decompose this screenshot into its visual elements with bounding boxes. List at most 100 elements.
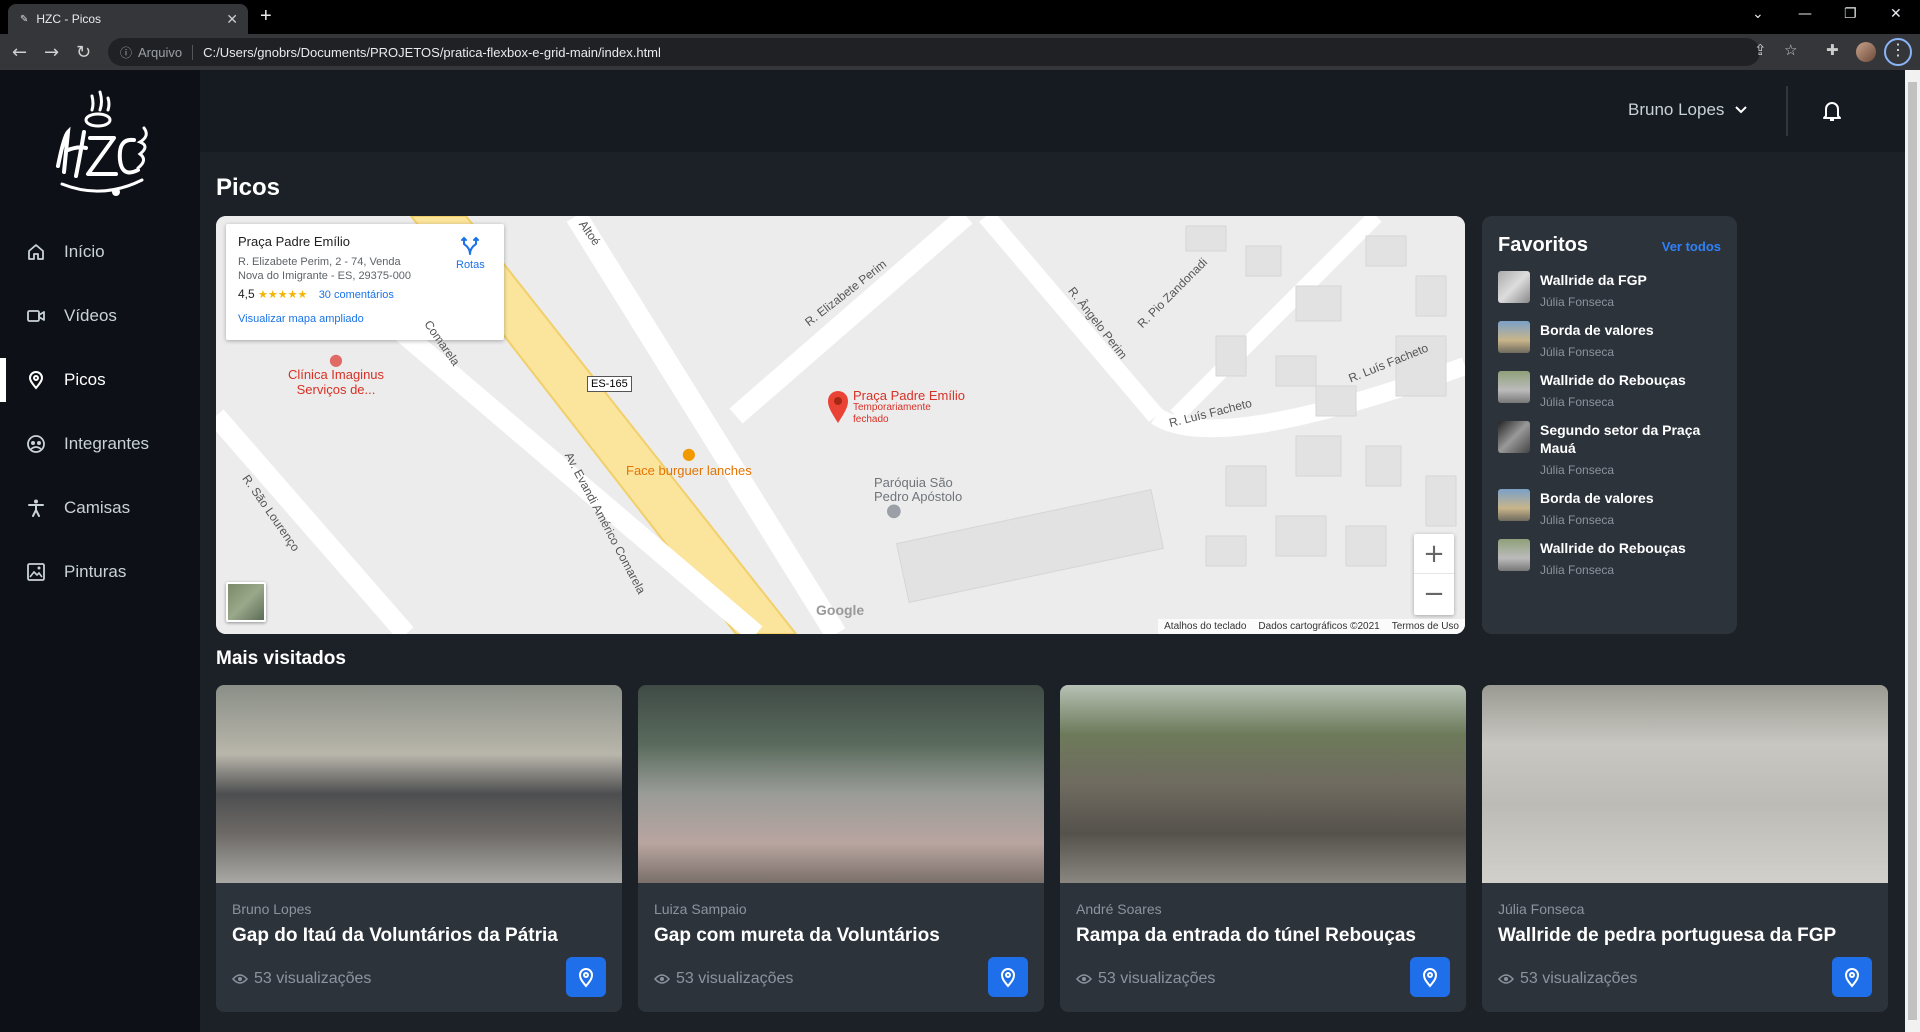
map-pin-icon — [1844, 968, 1860, 988]
spot-title: Gap com mureta da Voluntários — [654, 925, 940, 946]
favorite-author: Júlia Fonseca — [1540, 345, 1615, 359]
spot-card[interactable]: Luiza Sampaio Gap com mureta da Voluntár… — [638, 685, 1044, 1012]
zoom-control: + − — [1414, 534, 1454, 615]
spot-location-button[interactable] — [1410, 957, 1450, 997]
spot-photo — [216, 685, 622, 883]
favorite-thumbnail — [1498, 321, 1530, 353]
spot-card[interactable]: Júlia Fonseca Wallride de pedra portugue… — [1482, 685, 1888, 1012]
map-pin-icon — [1422, 968, 1438, 988]
sidebar: Início Vídeos Picos Integrantes Camisas … — [0, 70, 200, 1032]
spot-location-button[interactable] — [566, 957, 606, 997]
favorite-author: Júlia Fonseca — [1540, 513, 1615, 527]
image-icon — [26, 562, 46, 582]
tab-search-icon[interactable]: ⌄ — [1752, 6, 1764, 22]
user-menu[interactable]: Bruno Lopes — [1628, 100, 1748, 120]
views-count: 53 visualizações — [676, 970, 794, 987]
spot-card[interactable]: André Soares Rampa da entrada do túnel R… — [1060, 685, 1466, 1012]
sidebar-item-label: Picos — [64, 370, 106, 389]
favorite-item[interactable]: Wallride do Rebouças Júlia Fonseca — [1498, 539, 1721, 577]
sidebar-item-picos[interactable]: Picos — [0, 348, 200, 412]
profile-avatar[interactable] — [1856, 42, 1876, 62]
map-place-card: Praça Padre Emílio R. Elizabete Perim, 2… — [226, 224, 504, 340]
satellite-toggle[interactable] — [226, 582, 266, 622]
map-footer-link[interactable]: Atalhos do teclado — [1164, 621, 1246, 632]
extensions-icon[interactable]: ✚ — [1826, 41, 1839, 59]
enlarge-map-link[interactable]: Visualizar mapa ampliado — [238, 313, 492, 325]
rating-value: 4,5 — [238, 287, 255, 301]
red-pin-icon — [828, 391, 848, 423]
sidebar-nav: Início Vídeos Picos Integrantes Camisas … — [0, 220, 200, 604]
favorite-item[interactable]: Wallride do Rebouças Júlia Fonseca — [1498, 371, 1721, 409]
scrollbar-thumb[interactable] — [1908, 82, 1917, 1020]
reload-icon[interactable]: ↻ — [76, 42, 91, 63]
church-pin-icon: ● — [886, 500, 902, 521]
browser-tab[interactable]: ✎ HZC - Picos ✕ — [8, 4, 248, 34]
sidebar-item-integrantes[interactable]: Integrantes — [0, 412, 200, 476]
spot-location-button[interactable] — [988, 957, 1028, 997]
zoom-in-button[interactable]: + — [1414, 534, 1454, 574]
views-count: 53 visualizações — [1098, 970, 1216, 987]
see-all-link[interactable]: Ver todos — [1662, 239, 1721, 254]
restaurant-pin-icon: ● — [681, 444, 696, 463]
minimize-icon[interactable]: — — [1798, 6, 1812, 22]
app: Início Vídeos Picos Integrantes Camisas … — [0, 70, 1920, 1032]
favorite-title: Borda de valores — [1540, 322, 1654, 338]
spot-author: Júlia Fonseca — [1498, 901, 1585, 917]
map-pin-icon — [578, 968, 594, 988]
sidebar-item-label: Camisas — [64, 498, 131, 517]
spot-title: Rampa da entrada do túnel Rebouças — [1076, 925, 1416, 946]
favorite-item[interactable]: Wallride da FGP Júlia Fonseca — [1498, 271, 1721, 309]
most-visited-title: Mais visitados — [216, 648, 346, 669]
favorite-item[interactable]: Borda de valores Júlia Fonseca — [1498, 489, 1721, 527]
back-icon[interactable]: ← — [12, 42, 27, 63]
address-bar: ← → ↻ ⓘ Arquivo C:/Users/gnobrs/Document… — [0, 34, 1920, 70]
restore-icon[interactable]: ❐ — [1844, 6, 1857, 22]
road-shield: ES-165 — [587, 376, 632, 392]
reviews-link[interactable]: 30 comentários — [319, 289, 394, 301]
bell-icon[interactable] — [1822, 100, 1842, 122]
page-scrollbar[interactable] — [1905, 70, 1920, 1032]
map-poi-burger[interactable]: ● Face burguer lanches — [626, 444, 752, 478]
favorite-author: Júlia Fonseca — [1540, 295, 1615, 309]
eye-icon — [1076, 974, 1092, 984]
zoom-out-button[interactable]: − — [1414, 574, 1454, 614]
info-icon[interactable]: ⓘ — [120, 44, 132, 61]
favorite-author: Júlia Fonseca — [1540, 463, 1615, 477]
spot-title: Wallride de pedra portuguesa da FGP — [1498, 925, 1837, 946]
favorite-item[interactable]: Borda de valores Júlia Fonseca — [1498, 321, 1721, 359]
directions-button[interactable]: Rotas — [456, 236, 485, 271]
tab-close-icon[interactable]: ✕ — [226, 11, 238, 28]
spot-title: Gap do Itaú da Voluntários da Pátria — [232, 925, 558, 946]
new-tab-icon[interactable]: + — [260, 5, 272, 28]
directions-icon — [461, 236, 480, 255]
browser-tabbar: ✎ HZC - Picos ✕ + ⌄ — ❐ ✕ — [0, 0, 1920, 34]
tab-title: HZC - Picos — [36, 12, 102, 26]
forward-icon[interactable]: → — [44, 42, 59, 63]
spot-location-button[interactable] — [1832, 957, 1872, 997]
map-poi-clinic[interactable]: ● Clínica Imaginus Serviços de... — [286, 352, 386, 398]
place-name: Praça Padre Emílio — [238, 234, 350, 249]
rating-stars-icon: ★★★★★ — [258, 289, 308, 301]
close-window-icon[interactable]: ✕ — [1890, 6, 1902, 22]
url-input[interactable]: ⓘ Arquivo C:/Users/gnobrs/Documents/PROJ… — [108, 38, 1760, 66]
sidebar-item-label: Pinturas — [64, 562, 127, 581]
spot-photo — [638, 685, 1044, 883]
share-icon[interactable]: ⇪ — [1754, 41, 1767, 59]
map-poi-church[interactable]: Paróquia São Pedro Apóstolo ● — [874, 476, 984, 521]
bookmark-star-icon[interactable]: ☆ — [1784, 41, 1797, 59]
embedded-map[interactable]: Praça Padre Emílio R. Elizabete Perim, 2… — [216, 216, 1465, 634]
spot-card[interactable]: Bruno Lopes Gap do Itaú da Voluntários d… — [216, 685, 622, 1012]
favorite-thumbnail — [1498, 539, 1530, 571]
browser-menu-icon[interactable]: ⋮ — [1884, 38, 1912, 66]
spot-author: Luiza Sampaio — [654, 901, 747, 917]
sidebar-item-videos[interactable]: Vídeos — [0, 284, 200, 348]
sidebar-item-label: Vídeos — [64, 306, 117, 325]
sidebar-item-camisas[interactable]: Camisas — [0, 476, 200, 540]
favorite-item[interactable]: Segundo setor da Praça Mauá Júlia Fonseca — [1498, 421, 1721, 477]
tab-favicon-icon: ✎ — [20, 13, 29, 25]
sidebar-item-pinturas[interactable]: Pinturas — [0, 540, 200, 604]
sidebar-item-inicio[interactable]: Início — [0, 220, 200, 284]
map-footer-link[interactable]: Termos de Uso — [1392, 621, 1459, 632]
favorite-thumbnail — [1498, 271, 1530, 303]
most-visited-list: Bruno Lopes Gap do Itaú da Voluntários d… — [216, 685, 1889, 1012]
